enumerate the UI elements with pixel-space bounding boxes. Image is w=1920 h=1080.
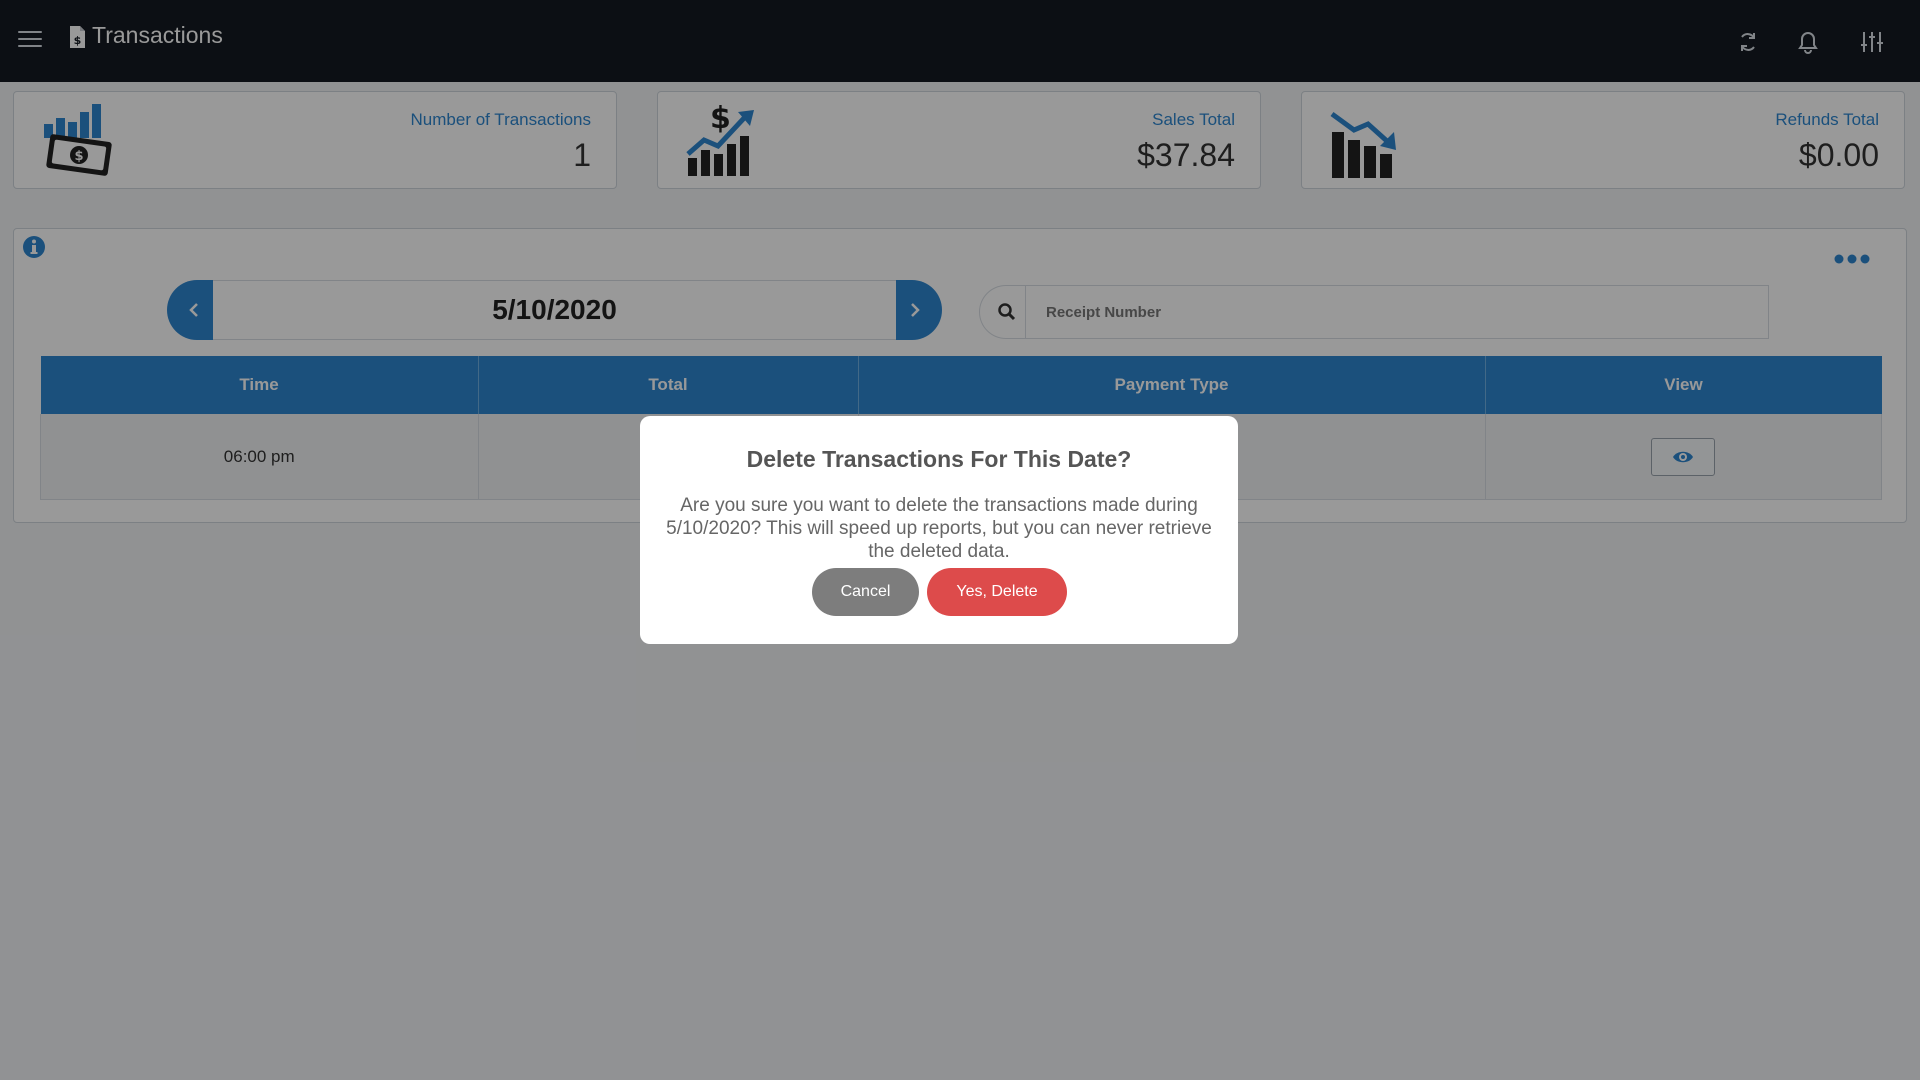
cancel-button[interactable]: Cancel (812, 568, 919, 616)
modal-backdrop[interactable]: Delete Transactions For This Date? Are y… (0, 0, 1920, 1080)
dialog-title: Delete Transactions For This Date? (746, 446, 1132, 472)
delete-confirm-dialog: Delete Transactions For This Date? Are y… (640, 416, 1238, 644)
yes-delete-button[interactable]: Yes, Delete (927, 568, 1067, 616)
dialog-message: Are you sure you want to delete the tran… (666, 495, 1212, 562)
